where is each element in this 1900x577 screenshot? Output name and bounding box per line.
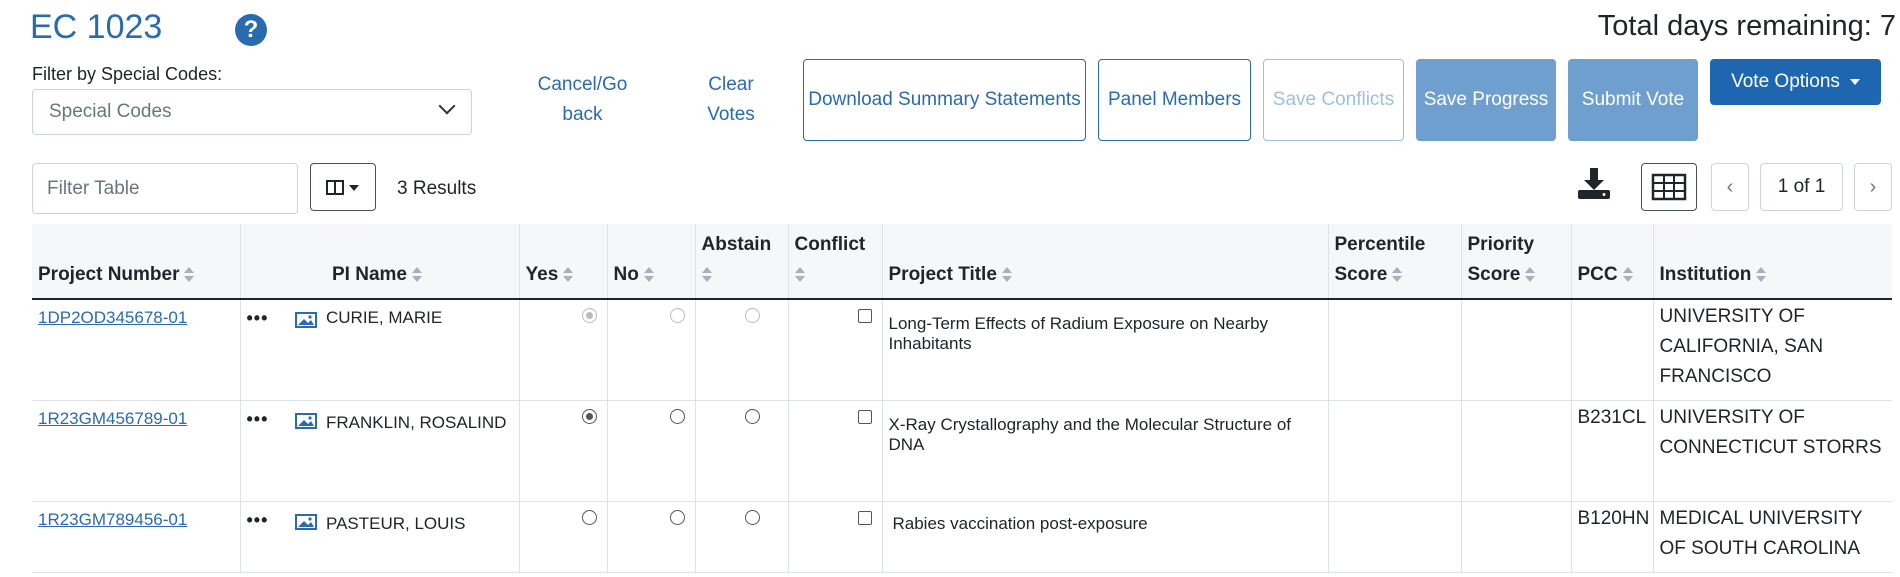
chevron-down-icon: [438, 97, 456, 115]
table-row: 1R23GM456789-01 ••• FRANKLIN, ROSALIND X…: [32, 400, 1892, 502]
pi-name: PASTEUR, LOUIS: [326, 501, 520, 573]
sort-icon[interactable]: [1756, 266, 1767, 283]
percentile-score: [1328, 400, 1462, 502]
project-number-link[interactable]: 1R23GM789456-01: [38, 510, 187, 529]
sort-icon[interactable]: [1001, 266, 1012, 283]
image-icon[interactable]: [295, 311, 318, 328]
col-percentile-score[interactable]: Percentile Score: [1328, 224, 1462, 300]
pi-name: CURIE, MARIE: [326, 299, 520, 401]
pi-name: FRANKLIN, ROSALIND: [326, 400, 520, 502]
save-conflicts-button[interactable]: Save Conflicts: [1263, 59, 1404, 141]
sort-icon[interactable]: [794, 266, 805, 283]
vote-abstain-radio[interactable]: [744, 510, 760, 525]
vote-no-radio[interactable]: [669, 308, 685, 323]
results-count: 3 Results: [397, 178, 477, 199]
next-page-button[interactable]: ›: [1854, 163, 1892, 211]
institution: MEDICAL UNIVERSITY OF SOUTH CAROLINA: [1653, 501, 1892, 573]
vote-no-radio[interactable]: [669, 409, 685, 424]
download-summary-button[interactable]: Download Summary Statements: [803, 59, 1086, 141]
pcc: B120HN: [1571, 501, 1654, 573]
priority-score: [1461, 400, 1572, 502]
image-icon[interactable]: [295, 513, 318, 530]
vote-no-radio[interactable]: [669, 510, 685, 525]
vote-options-label: Vote Options: [1731, 71, 1840, 92]
conflict-checkbox[interactable]: [857, 309, 872, 323]
vote-abstain-radio[interactable]: [744, 308, 760, 323]
project-title: Rabies vaccination post-exposure: [882, 501, 1329, 573]
project-number-link[interactable]: 1DP2OD345678-01: [38, 308, 187, 327]
sort-icon[interactable]: [643, 266, 654, 283]
special-codes-placeholder: Special Codes: [49, 101, 172, 122]
submit-vote-button[interactable]: Submit Vote: [1568, 59, 1698, 141]
special-codes-label: Filter by Special Codes:: [32, 64, 223, 84]
pcc: [1571, 299, 1654, 401]
project-number-link[interactable]: 1R23GM456789-01: [38, 409, 187, 428]
percentile-score: [1328, 501, 1462, 573]
col-project-number[interactable]: Project Number: [32, 224, 241, 300]
column-toggle-button[interactable]: [310, 163, 376, 211]
col-yes[interactable]: Yes: [519, 224, 608, 300]
save-progress-button[interactable]: Save Progress: [1416, 59, 1556, 141]
col-actions: [240, 224, 326, 300]
conflict-checkbox[interactable]: [857, 410, 872, 424]
percentile-score: [1328, 299, 1462, 401]
col-conflict[interactable]: Conflict: [788, 224, 883, 300]
priority-score: [1461, 501, 1572, 573]
more-options-icon[interactable]: •••: [247, 510, 269, 530]
table-row: 1DP2OD345678-01 ••• CURIE, MARIE Long-Te…: [32, 299, 1892, 401]
vote-yes-radio[interactable]: [581, 510, 597, 525]
sort-icon[interactable]: [1525, 266, 1536, 283]
sort-icon[interactable]: [563, 266, 574, 283]
sort-icon[interactable]: [701, 266, 712, 283]
table-view-button[interactable]: [1641, 163, 1697, 211]
col-pi-name[interactable]: PI Name: [326, 224, 520, 300]
panel-members-button[interactable]: Panel Members: [1098, 59, 1251, 141]
col-pcc[interactable]: PCC: [1571, 224, 1654, 300]
vote-yes-radio[interactable]: [581, 409, 597, 424]
columns-icon: [326, 180, 359, 195]
vote-yes-radio[interactable]: [581, 308, 597, 323]
sort-icon[interactable]: [411, 266, 422, 283]
more-options-icon[interactable]: •••: [247, 409, 269, 429]
project-title: X-Ray Crystallography and the Molecular …: [882, 400, 1329, 502]
page-title: EC 1023: [30, 8, 163, 46]
institution: UNIVERSITY OF CALIFORNIA, SAN FRANCISCO: [1653, 299, 1892, 401]
prev-page-button[interactable]: ‹: [1711, 163, 1749, 211]
project-title: Long-Term Effects of Radium Exposure on …: [882, 299, 1329, 401]
clear-votes-button[interactable]: Clear Votes: [690, 70, 772, 130]
sort-icon[interactable]: [1392, 266, 1403, 283]
col-institution[interactable]: Institution: [1653, 224, 1892, 300]
cancel-button[interactable]: Cancel/Go back: [520, 70, 645, 130]
special-codes-select[interactable]: Special Codes: [32, 89, 472, 135]
col-project-title[interactable]: Project Title: [882, 224, 1329, 300]
download-icon[interactable]: [1576, 166, 1612, 207]
table-icon: [1651, 173, 1687, 201]
table-row: 1R23GM789456-01 ••• PASTEUR, LOUIS Rabie…: [32, 501, 1892, 573]
col-abstain[interactable]: Abstain: [695, 224, 789, 300]
vote-options-button[interactable]: Vote Options: [1710, 59, 1881, 105]
filter-table-input[interactable]: [32, 163, 298, 214]
col-priority-score[interactable]: Priority Score: [1461, 224, 1572, 300]
col-no[interactable]: No: [607, 224, 696, 300]
institution: UNIVERSITY OF CONNECTICUT STORRS: [1653, 400, 1892, 502]
question-circle-icon[interactable]: ?: [235, 14, 267, 46]
more-options-icon[interactable]: •••: [247, 308, 269, 328]
image-icon[interactable]: [295, 412, 318, 429]
sort-icon[interactable]: [1622, 266, 1633, 283]
pcc: B231CL: [1571, 400, 1654, 502]
sort-icon[interactable]: [184, 266, 195, 283]
conflict-checkbox[interactable]: [857, 511, 872, 525]
projects-table: Project Number PI Name Yes No Abstain Co…: [32, 224, 1892, 573]
vote-abstain-radio[interactable]: [744, 409, 760, 424]
days-remaining: Total days remaining: 7: [1597, 10, 1896, 42]
caret-down-icon: [1849, 79, 1860, 85]
priority-score: [1461, 299, 1572, 401]
pagination-indicator: 1 of 1: [1760, 163, 1843, 211]
